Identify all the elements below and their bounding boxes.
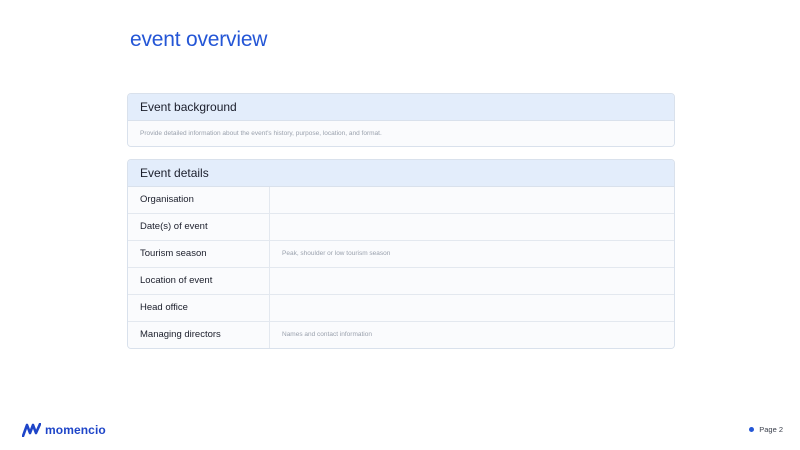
page-indicator: Page 2 — [749, 425, 783, 434]
row-value-head-office[interactable] — [270, 295, 674, 321]
event-background-header: Event background — [128, 94, 674, 121]
row-label-tourism-season: Tourism season — [128, 241, 270, 267]
table-row: Organisation — [128, 187, 674, 214]
brand-name: momencio — [45, 423, 106, 437]
table-row: Tourism season Peak, shoulder or low tou… — [128, 241, 674, 268]
momencio-logo-icon — [22, 423, 41, 437]
table-row: Managing directors Names and contact inf… — [128, 322, 674, 348]
row-label-location: Location of event — [128, 268, 270, 294]
event-background-card: Event background Provide detailed inform… — [127, 93, 675, 147]
table-row: Date(s) of event — [128, 214, 674, 241]
page-dot-icon — [749, 427, 755, 432]
row-label-dates: Date(s) of event — [128, 214, 270, 240]
brand-logo: momencio — [22, 423, 106, 437]
row-label-organisation: Organisation — [128, 187, 270, 213]
row-value-organisation[interactable] — [270, 187, 674, 213]
row-label-managing-directors: Managing directors — [128, 322, 270, 348]
event-details-card: Event details Organisation Date(s) of ev… — [127, 159, 675, 349]
table-row: Head office — [128, 295, 674, 322]
event-background-text[interactable]: Provide detailed information about the e… — [128, 121, 674, 146]
table-row: Location of event — [128, 268, 674, 295]
row-value-tourism-season[interactable]: Peak, shoulder or low tourism season — [270, 241, 674, 267]
page-title: event overview — [130, 28, 268, 51]
event-details-header: Event details — [128, 160, 674, 187]
page-number: Page 2 — [759, 425, 783, 434]
row-value-location[interactable] — [270, 268, 674, 294]
row-value-dates[interactable] — [270, 214, 674, 240]
row-label-head-office: Head office — [128, 295, 270, 321]
row-value-managing-directors[interactable]: Names and contact information — [270, 322, 674, 348]
